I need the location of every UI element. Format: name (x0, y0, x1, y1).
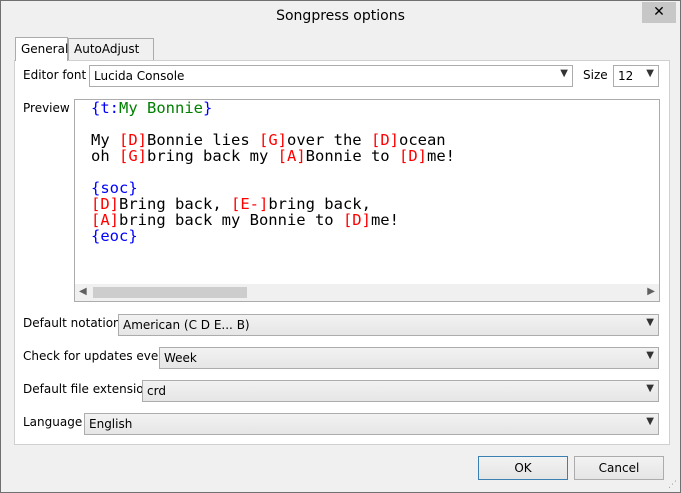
preview-line (91, 164, 641, 180)
preview-text: {t:My Bonnie} My [D]Bonnie lies [G]over t… (91, 100, 641, 244)
check-updates-label: Check for updates every (23, 349, 171, 363)
size-value: 12 (618, 69, 634, 83)
close-icon[interactable]: ✕ (642, 2, 676, 23)
language-value: English (89, 417, 133, 431)
arrow-left-icon[interactable]: ◀ (79, 286, 87, 297)
lyric-token: bring back my Bonnie to (119, 211, 343, 229)
directive-token: {t: (91, 99, 119, 117)
default-notation-value: American (C D E... B) (123, 318, 250, 332)
lyric-token: oh (91, 147, 119, 165)
chevron-down-icon: ▼ (560, 68, 568, 79)
title-bar: Songpress options ✕ (1, 1, 680, 32)
chord-token: [G] (119, 147, 147, 165)
options-dialog: Songpress options ✕ General AutoAdjust E… (0, 0, 681, 493)
cancel-button[interactable]: Cancel (574, 456, 664, 480)
chevron-down-icon: ▼ (646, 68, 654, 79)
default-notation-select[interactable]: American (C D E... B) ▼ (118, 314, 659, 336)
lyric-token: Bonnie to (305, 147, 399, 165)
preview-line: {eoc} (91, 228, 641, 244)
directive-token: My Bonnie (119, 99, 203, 117)
chevron-down-icon: ▼ (646, 350, 654, 361)
preview-line: {soc} (91, 180, 641, 196)
check-updates-value: Week (164, 351, 197, 365)
arrow-right-icon[interactable]: ▶ (647, 286, 655, 297)
lyric-token: bring back my (147, 147, 278, 165)
preview-box[interactable]: {t:My Bonnie} My [D]Bonnie lies [G]over t… (74, 99, 660, 302)
preview-line: [A]bring back my Bonnie to [D]me! (91, 212, 641, 228)
resize-grip-icon[interactable]: ⋰ (668, 480, 678, 490)
chord-token: [D] (398, 147, 427, 165)
preview-line (91, 116, 641, 132)
ok-button[interactable]: OK (478, 456, 568, 480)
preview-line: My [D]Bonnie lies [G]over the [D]ocean (91, 132, 641, 148)
default-extension-label: Default file extension (23, 382, 152, 396)
directive-token: {eoc} (91, 227, 138, 245)
size-select[interactable]: 12 ▼ (613, 65, 659, 87)
default-extension-value: crd (147, 384, 166, 398)
size-label: Size (583, 68, 608, 82)
scrollbar-thumb[interactable] (93, 287, 247, 298)
chord-token: [A] (277, 147, 306, 165)
preview-line: {t:My Bonnie} (91, 100, 641, 116)
chevron-down-icon: ▼ (646, 317, 654, 328)
preview-label: Preview (23, 101, 70, 115)
language-select[interactable]: English ▼ (84, 413, 659, 435)
lyric-token: me! (370, 211, 399, 229)
editor-font-select[interactable]: Lucida Console ▼ (89, 65, 573, 87)
horizontal-scrollbar[interactable]: ◀ ▶ (75, 284, 659, 301)
preview-line: oh [G]bring back my [A]Bonnie to [D]me! (91, 148, 641, 164)
default-notation-label: Default notation (23, 316, 121, 330)
tab-autoadjust[interactable]: AutoAdjust (68, 38, 154, 60)
chevron-down-icon: ▼ (646, 416, 654, 427)
tab-general[interactable]: General (15, 37, 68, 61)
language-label: Language (23, 415, 83, 429)
window-title: Songpress options (276, 8, 405, 24)
editor-font-label: Editor font (23, 68, 87, 82)
preview-line: [D]Bring back, [E-]bring back, (91, 196, 641, 212)
chevron-down-icon: ▼ (646, 383, 654, 394)
editor-font-value: Lucida Console (94, 69, 185, 83)
chord-token: [D] (342, 211, 371, 229)
lyric-token: me! (426, 147, 455, 165)
check-updates-select[interactable]: Week ▼ (159, 347, 659, 369)
default-extension-select[interactable]: crd ▼ (142, 380, 659, 402)
directive-token: } (203, 99, 213, 117)
